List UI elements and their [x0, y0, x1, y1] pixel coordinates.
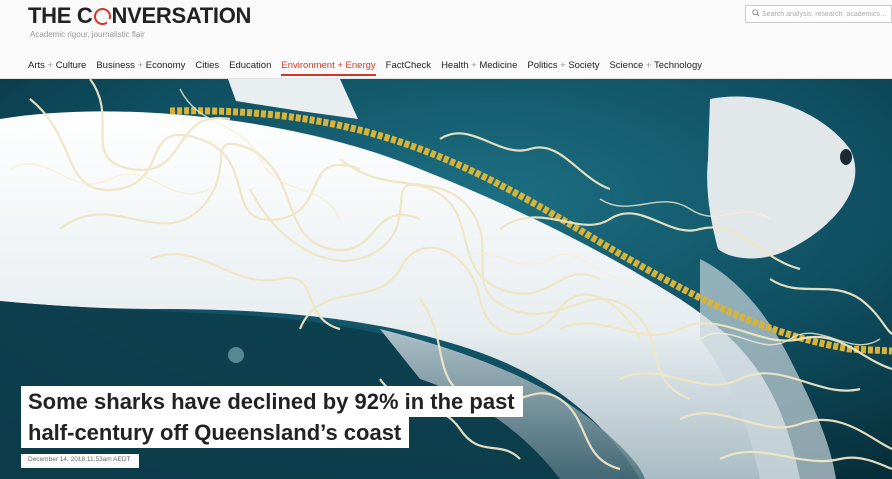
nav-item-label: Arts [28, 59, 45, 71]
nav-plus-separator: + [134, 59, 146, 71]
nav-item-education[interactable]: Education [229, 60, 271, 71]
site-logo[interactable]: THE C NVERSATION [28, 3, 251, 29]
nav-item-label-secondary: Culture [55, 59, 87, 71]
section-nav: Arts + Culture Business + Economy Cities Ed… [28, 57, 712, 76]
article-date: December 14, 2018 11.53am AEDT [21, 454, 139, 468]
nav-item-health[interactable]: Health + Medicine [441, 60, 517, 71]
nav-plus-separator: + [44, 59, 56, 71]
search-input[interactable] [762, 6, 890, 22]
nav-item-label-secondary: Energy [345, 59, 376, 71]
search-icon [752, 9, 760, 17]
nav-item-label: Science [609, 59, 644, 71]
nav-plus-separator: + [643, 59, 654, 71]
article-title-line-1[interactable]: Some sharks have declined by 92% in the … [21, 386, 523, 417]
logo-o-mark-icon [93, 8, 112, 25]
nav-plus-separator: + [334, 59, 346, 71]
nav-item-environment[interactable]: Environment + Energy [281, 59, 376, 76]
nav-item-label: Cities [195, 59, 220, 71]
nav-item-label: Business [96, 59, 135, 71]
nav-item-label: Environment [281, 59, 335, 71]
nav-item-business[interactable]: Business + Economy [96, 60, 185, 71]
nav-item-label: Health [441, 59, 469, 71]
nav-item-label-secondary: Society [568, 59, 600, 71]
article-headline-block: Some sharks have declined by 92% in the … [21, 386, 523, 468]
nav-item-politics[interactable]: Politics + Society [527, 60, 599, 71]
nav-item-label: Education [229, 59, 272, 71]
article-title-line-2[interactable]: half-century off Queensland’s coast [21, 417, 410, 448]
nav-plus-separator: + [468, 59, 480, 71]
search-box[interactable] [745, 5, 892, 23]
nav-item-label-secondary: Technology [653, 59, 702, 71]
nav-item-label-secondary: Economy [145, 59, 186, 71]
nav-item-label-secondary: Medicine [479, 59, 518, 71]
nav-item-cities[interactable]: Cities [195, 60, 219, 71]
nav-item-factcheck[interactable]: FactCheck [386, 60, 431, 71]
nav-item-label: FactCheck [385, 59, 432, 71]
site-tagline: Academic rigour, journalistic flair [30, 30, 145, 39]
nav-item-science[interactable]: Science + Technology [609, 60, 702, 71]
nav-plus-separator: + [557, 59, 569, 71]
nav-item-arts[interactable]: Arts + Culture [28, 60, 86, 71]
site-header: THE C NVERSATION Academic rigour, journal… [0, 0, 892, 79]
nav-item-label: Politics [527, 59, 558, 71]
